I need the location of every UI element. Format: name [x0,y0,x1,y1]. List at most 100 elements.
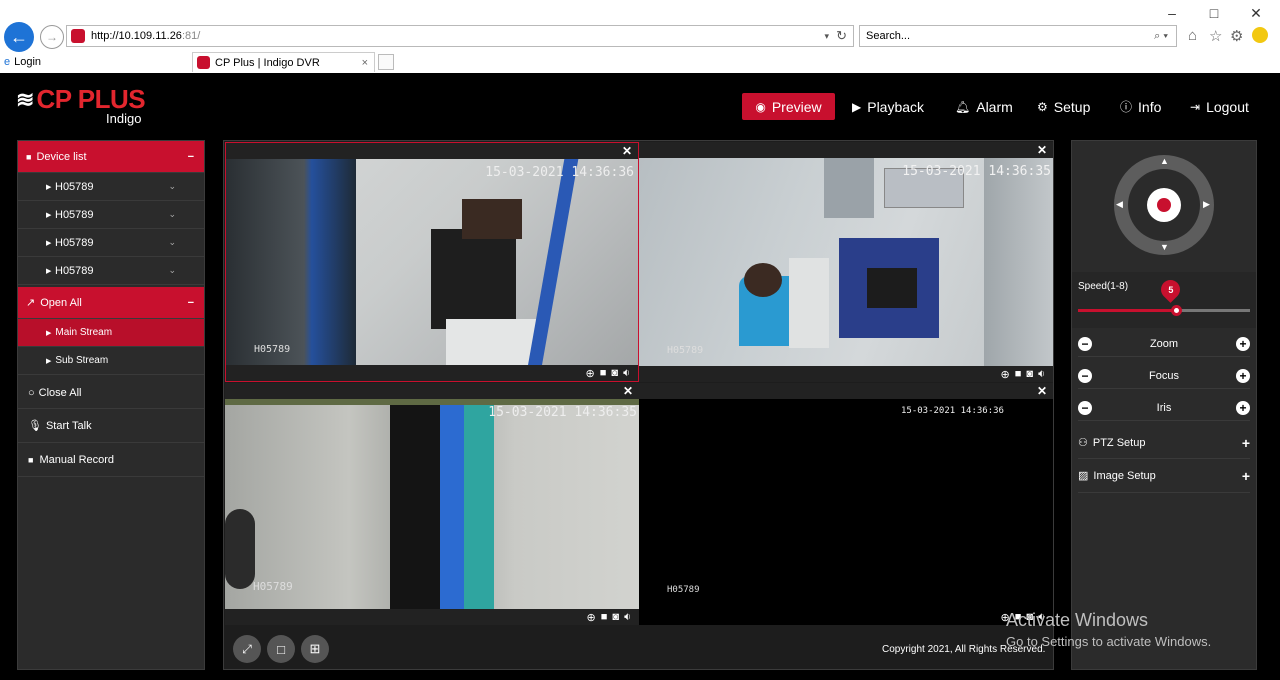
bell-icon: 🔔︎ [955,99,971,114]
manual-record-label: Manual Record [39,453,115,466]
device-label: H05789 [55,264,94,277]
browser-chrome: ← → http://10.109.11.26:81/ ▾ ↻ Search..… [0,0,1280,73]
close-tab-icon[interactable]: × [362,57,368,69]
arrow-up-icon[interactable]: ▲ [1160,156,1169,166]
collapse-icon[interactable]: − [188,151,194,163]
favorites-icon[interactable]: ☆ [1209,27,1222,45]
close-window-button[interactable]: ✕ [1244,4,1268,22]
device-item[interactable]: ▶ H05789 ⌄ [18,173,204,201]
fullscreen-button[interactable]: ⤢ [233,635,261,663]
ptz-joystick[interactable]: ▲ ▼ ◀ ▶ [1114,155,1214,255]
audio-icon[interactable]: 🔉︎ [623,367,630,380]
camera-tile[interactable]: ✕ 15-03-2021 14:36:35 H05789 ⊕ ■ ◙ 🔉︎ [639,142,1053,382]
focus-in-button[interactable]: + [1236,368,1250,383]
speed-slider[interactable]: 5 [1078,276,1250,316]
focus-out-button[interactable]: − [1078,368,1092,383]
close-icon[interactable]: ✕ [1037,384,1047,398]
smiley-icon[interactable] [1252,27,1268,43]
zoom-out-button[interactable]: − [1078,336,1092,351]
main-stream-item[interactable]: ▶ Main Stream [18,319,204,347]
speed-slider-thumb[interactable] [1171,305,1182,316]
audio-icon[interactable]: 🔉︎ [1038,368,1045,381]
device-label: H05789 [55,180,94,193]
zoom-icon[interactable]: ⊕ [586,367,595,380]
device-item[interactable]: ▶ H05789 ⌄ [18,229,204,257]
ptz-panel: ▲ ▼ ◀ ▶ Speed(1-8) 5 − Zoom + − Focus + … [1071,140,1257,670]
iris-open-button[interactable]: + [1235,400,1250,415]
logo-mark-icon: ≋ [16,86,35,112]
ptz-center-button[interactable] [1147,188,1181,222]
image-icon: ▨ [1078,470,1089,482]
back-button[interactable]: ← [4,22,34,52]
arrow-down-icon[interactable]: ▼ [1160,242,1169,252]
arrow-left-icon[interactable]: ◀ [1116,199,1123,210]
forward-button[interactable]: → [40,25,64,49]
zoom-icon[interactable]: ⊕ [587,611,596,624]
tab-login[interactable]: e Login [0,52,190,72]
close-icon[interactable]: ✕ [622,144,632,158]
collapse-icon[interactable]: − [188,297,194,309]
activation-watermark-subtitle: Go to Settings to activate Windows. [1006,634,1212,649]
expand-plus-icon[interactable]: + [1242,435,1250,451]
record-icon[interactable]: ■ [1015,368,1022,380]
expand-icon: ▶ [46,267,52,275]
nav-alarm[interactable]: 🔔︎ Alarm [943,93,1025,120]
sub-stream-item[interactable]: ▶ Sub Stream [18,347,204,375]
ptz-setup-row[interactable]: ⚇ PTZ Setup + [1078,427,1250,459]
nav-preview[interactable]: ◉ Preview [742,93,835,120]
search-box[interactable]: Search... ⌕ ▾ [859,25,1177,47]
ptz-setup-label: PTZ Setup [1092,437,1146,449]
maximize-button[interactable]: □ [1202,4,1226,22]
new-tab-button[interactable] [378,54,394,70]
chevron-down-icon: ⌄ [168,181,176,191]
camera-tile[interactable]: ✕ 15-03-2021 14:36:36 H05789 ⊕ ■ ◙ 🔉︎ [225,142,639,382]
open-all-header[interactable]: ↗ Open All − [18,287,204,319]
tab-cpplus[interactable]: CP Plus | Indigo DVR × [192,52,375,72]
camera-tile[interactable]: ✕ 15-03-2021 14:36:35 H05789 ⊕ ■ ◙ 🔉︎ [225,383,639,625]
snapshot-icon[interactable]: ◙ [611,367,618,379]
snapshot-icon[interactable]: ◙ [612,611,619,623]
snapshot-icon[interactable]: ◙ [1026,368,1033,380]
audio-icon[interactable]: 🔉︎ [624,611,631,624]
nav-info[interactable]: ⓘ Info [1108,93,1173,120]
device-item[interactable]: ▶ H05789 ⌄ [18,257,204,285]
search-icon[interactable]: ⌕ ▾ [1154,30,1168,43]
manual-record-item[interactable]: ■ Manual Record [18,443,204,477]
close-all-item[interactable]: ○ Close All [18,377,204,409]
close-all-label: Close All [38,386,82,399]
focus-row: − Focus + [1078,363,1250,389]
iris-close-button[interactable]: − [1078,400,1092,415]
nav-label: Logout [1206,98,1249,115]
device-list-header[interactable]: ■ Device list − [18,141,204,173]
nav-playback[interactable]: ▶ Playback [840,93,936,120]
refresh-icon[interactable]: ↻ [836,28,847,44]
close-icon[interactable]: ✕ [623,384,633,398]
settings-icon[interactable]: ⚙ [1230,27,1243,45]
dropdown-icon[interactable]: ▾ [824,31,829,42]
camera-controls: ⊕ ■ ◙ 🔉︎ [639,609,1053,625]
record-icon[interactable]: ■ [600,367,607,379]
home-icon[interactable]: ⌂ [1188,27,1197,44]
zoom-in-button[interactable]: + [1236,336,1250,351]
camera-feed [226,159,638,367]
record-icon[interactable]: ■ [601,611,608,623]
minimize-button[interactable]: – [1160,4,1184,22]
nav-label: Alarm [976,98,1013,115]
gear-icon: ⚙ [1037,99,1048,114]
nav-logout[interactable]: ⇥ Logout [1178,93,1261,120]
start-talk-item[interactable]: 🎙︎ Start Talk [18,409,204,443]
expand-plus-icon[interactable]: + [1242,468,1250,484]
quad-view-button[interactable]: ⊞ [301,635,329,663]
expand-icon: ▶ [46,211,52,219]
device-item[interactable]: ▶ H05789 ⌄ [18,201,204,229]
address-bar[interactable]: http://10.109.11.26:81/ ▾ ↻ [66,25,854,47]
image-setup-row[interactable]: ▨ Image Setup + [1078,459,1250,493]
search-input[interactable]: Search... [866,30,910,42]
camera-tile[interactable]: ✕ 15-03-2021 14:36:36 H05789 ⊕ ■ ◙ 🔉︎ [639,383,1053,625]
arrow-right-icon[interactable]: ▶ [1203,199,1210,210]
close-icon[interactable]: ✕ [1037,143,1047,157]
zoom-icon[interactable]: ⊕ [1001,368,1010,381]
single-view-button[interactable]: □ [267,635,295,663]
nav-setup[interactable]: ⚙ Setup [1025,93,1102,120]
focus-label: Focus [1149,369,1179,382]
